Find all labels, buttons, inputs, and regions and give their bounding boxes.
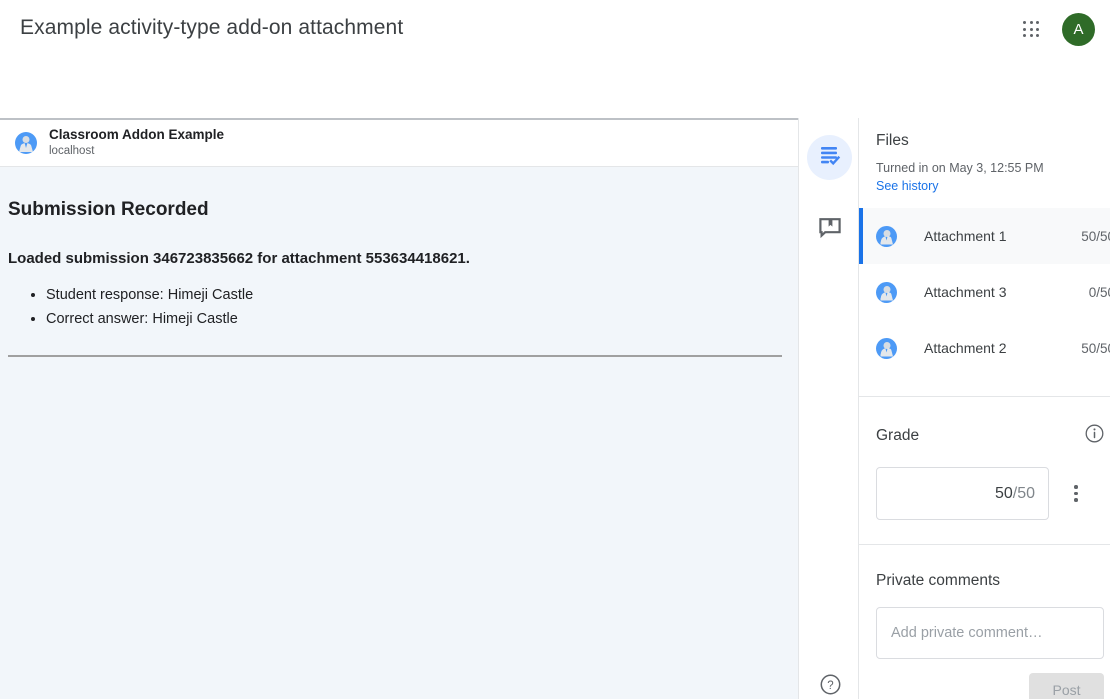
grade-input[interactable]: 50/50 — [876, 467, 1049, 520]
grading-sidebar: Files Turned in on May 3, 12:55 PM See h… — [859, 118, 1110, 699]
classroom-addon-logo-icon — [876, 338, 897, 359]
list-item[interactable]: Attachment 1 50/50 — [859, 208, 1110, 264]
classroom-addon-logo-icon — [15, 132, 37, 154]
tab-grading[interactable] — [807, 135, 852, 180]
grade-denominator: /50 — [1013, 485, 1035, 503]
private-comment-input[interactable]: Add private comment… — [876, 607, 1104, 659]
grade-section: Grade 50/50 — [859, 424, 1110, 520]
private-comments-section: Private comments Add private comment… Po… — [859, 572, 1110, 699]
file-list: Attachment 1 50/50 Attachment 3 0/50 Att… — [859, 208, 1110, 376]
comment-bookmark-icon — [819, 217, 841, 244]
private-comment-placeholder: Add private comment… — [891, 625, 1043, 641]
file-name: Attachment 3 — [924, 284, 1089, 300]
list-item: Correct answer: Himeji Castle — [46, 307, 790, 331]
file-name: Attachment 1 — [924, 228, 1081, 244]
addon-host: localhost — [49, 144, 224, 158]
post-comment-button[interactable]: Post — [1029, 673, 1104, 699]
addon-app-name: Classroom Addon Example — [49, 127, 224, 144]
apps-grid-icon[interactable] — [1019, 17, 1044, 42]
submission-details-list: Student response: Himeji Castle Correct … — [8, 283, 790, 331]
file-score: 50/50 — [1081, 229, 1110, 244]
divider — [859, 544, 1110, 545]
files-section: Files Turned in on May 3, 12:55 PM See h… — [859, 118, 1110, 195]
top-bar: Example activity-type add-on attachment … — [0, 0, 1110, 58]
avatar[interactable]: A — [1062, 13, 1095, 46]
addon-origin-bar: Classroom Addon Example localhost — [0, 120, 798, 167]
list-item[interactable]: Attachment 3 0/50 — [859, 264, 1110, 320]
divider — [8, 355, 782, 357]
submission-subheading: Loaded submission 346723835662 for attac… — [8, 250, 790, 267]
file-score: 0/50 — [1089, 285, 1110, 300]
info-circle-icon[interactable] — [1085, 424, 1104, 448]
help-circle-icon[interactable]: ? — [814, 668, 846, 699]
private-comments-title: Private comments — [876, 572, 1104, 590]
app-root: Example activity-type add-on attachment … — [0, 0, 1110, 699]
turned-in-timestamp: Turned in on May 3, 12:55 PM — [876, 161, 1104, 175]
tab-comments[interactable] — [807, 208, 852, 253]
tool-rail: ? — [798, 118, 859, 699]
avatar-initial: A — [1073, 21, 1083, 38]
grade-label: Grade — [876, 427, 919, 445]
submission-heading: Submission Recorded — [8, 199, 790, 221]
classroom-addon-logo-icon — [876, 282, 897, 303]
file-score: 50/50 — [1081, 341, 1110, 356]
action-bar: Andrew Burke Student 50/50 Draft Not ret… — [0, 58, 1110, 116]
see-history-link[interactable]: See history — [876, 179, 939, 193]
addon-body: Submission Recorded Loaded submission 34… — [0, 167, 798, 357]
assignment-grading-icon — [819, 144, 841, 171]
addon-identity: Classroom Addon Example localhost — [49, 127, 224, 158]
svg-text:?: ? — [827, 680, 833, 692]
grade-value: 50 — [995, 485, 1013, 503]
addon-iframe: Classroom Addon Example localhost Submis… — [0, 118, 798, 699]
file-name: Attachment 2 — [924, 340, 1081, 356]
list-item[interactable]: Attachment 2 50/50 — [859, 320, 1110, 376]
divider — [859, 396, 1110, 397]
kebab-menu-icon[interactable] — [1056, 474, 1096, 514]
list-item: Student response: Himeji Castle — [46, 283, 790, 307]
classroom-addon-logo-icon — [876, 226, 897, 247]
page-title: Example activity-type add-on attachment — [20, 16, 403, 40]
files-title: Files — [876, 132, 1104, 150]
